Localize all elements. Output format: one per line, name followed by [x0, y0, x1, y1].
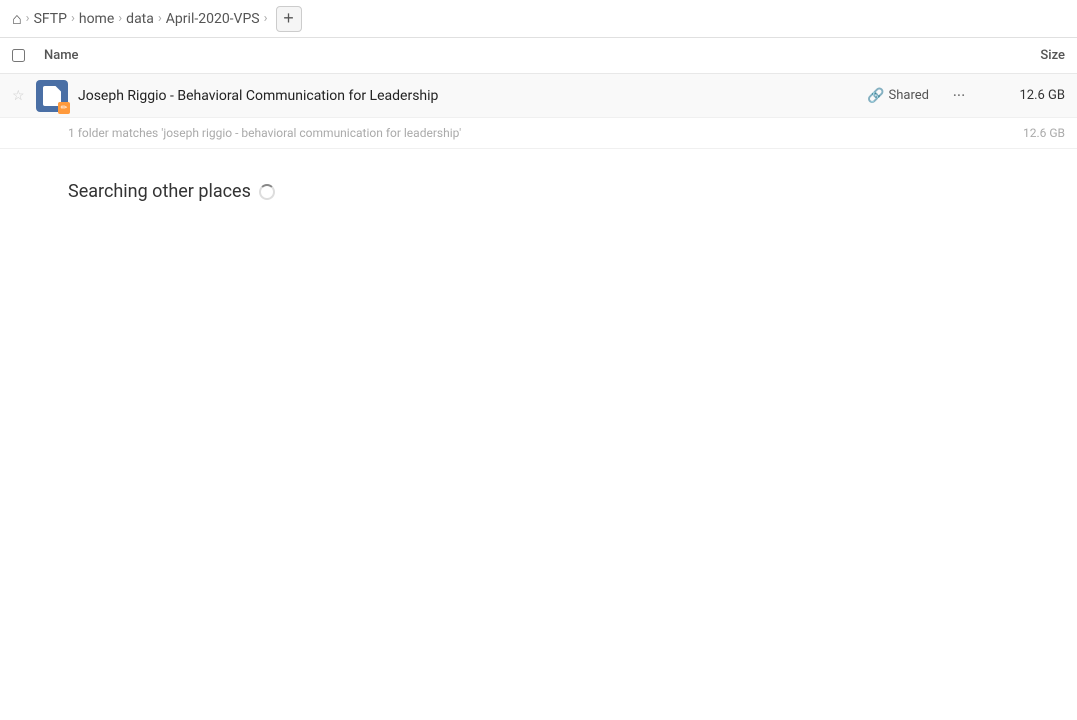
file-size-value: 12.6 GB — [985, 88, 1065, 103]
shared-badge: 🔗 Shared — [867, 88, 929, 104]
breadcrumb-sep-1: › — [71, 11, 75, 26]
breadcrumb-home-dir[interactable]: home — [79, 11, 114, 27]
pencil-overlay-icon: ✏ — [58, 102, 70, 114]
add-breadcrumb-button[interactable]: + — [276, 6, 302, 32]
file-name-label: Joseph Riggio - Behavioral Communication… — [78, 88, 867, 104]
select-all-checkbox[interactable] — [12, 49, 25, 62]
column-headers: Name Size — [0, 38, 1077, 74]
searching-section: Searching other places — [0, 149, 1077, 218]
link-icon: 🔗 — [867, 88, 884, 104]
breadcrumb-sep-0: › — [26, 11, 30, 26]
searching-label: Searching other places — [68, 181, 251, 202]
breadcrumb-sep-2: › — [118, 11, 122, 26]
file-row[interactable]: ☆ ✏ Joseph Riggio - Behavioral Communica… — [0, 74, 1077, 118]
shared-label: Shared — [889, 88, 929, 103]
breadcrumb-toolbar: ⌂ › SFTP › home › data › April-2020-VPS … — [0, 0, 1077, 38]
file-type-icon: ✏ — [36, 80, 68, 112]
breadcrumb-data[interactable]: data — [126, 11, 154, 27]
match-info-row: 1 folder matches 'joseph riggio - behavi… — [0, 118, 1077, 149]
select-all-checkbox-area[interactable] — [12, 49, 44, 62]
star-icon[interactable]: ☆ — [12, 88, 36, 104]
breadcrumb-april[interactable]: April-2020-VPS — [166, 11, 260, 27]
loading-spinner — [259, 184, 275, 200]
breadcrumb-sep-3: › — [158, 11, 162, 26]
home-icon: ⌂ — [12, 9, 22, 29]
match-info-size: 12.6 GB — [1023, 126, 1065, 140]
breadcrumb-sftp[interactable]: SFTP — [34, 11, 67, 27]
size-column-header: Size — [965, 48, 1065, 63]
breadcrumb-sep-4: › — [264, 11, 268, 26]
match-info-text: 1 folder matches 'joseph riggio - behavi… — [68, 126, 461, 140]
name-column-header: Name — [44, 48, 965, 63]
breadcrumb-home[interactable]: ⌂ — [12, 9, 22, 29]
more-options-button[interactable]: ··· — [945, 82, 973, 110]
